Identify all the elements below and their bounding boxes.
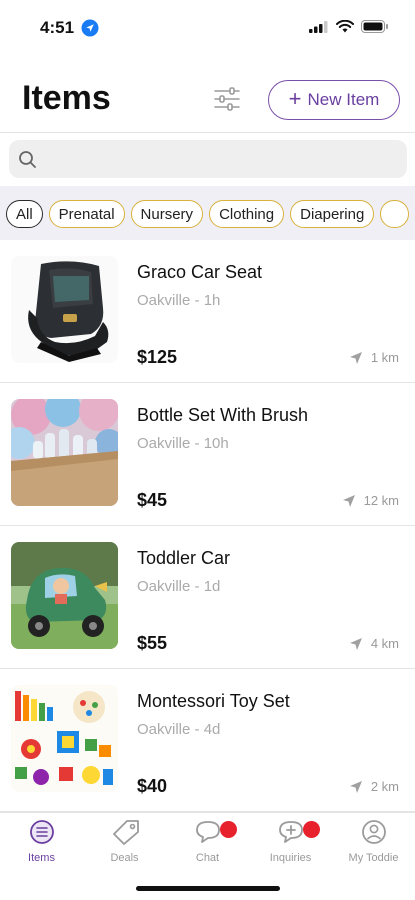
chip-label: All [16, 205, 33, 223]
list-item[interactable]: Graco Car Seat Oakville - 1h $125 1 km [0, 240, 415, 383]
item-title: Graco Car Seat [137, 262, 263, 282]
navigation-arrow-icon [349, 637, 362, 650]
status-bar: 4:51 [0, 0, 415, 56]
bottle-set-photo [11, 399, 118, 506]
navigation-arrow-icon [349, 351, 362, 364]
item-price: $40 [137, 776, 168, 796]
tab-label: Inquiries [269, 852, 312, 864]
item-title: Bottle Set With Brush [137, 405, 309, 425]
inquiry-bubble-icon [278, 821, 303, 843]
plus-icon: + [288, 86, 302, 111]
sliders-icon [214, 87, 240, 111]
item-distance: 1 km [349, 350, 399, 365]
item-location: Oakville [137, 292, 191, 309]
filter-button[interactable] [213, 86, 241, 112]
chat-notification-badge [220, 821, 237, 838]
item-distance: 12 km [342, 493, 399, 508]
item-age: 1d [203, 578, 221, 595]
car-seat-photo [11, 256, 118, 363]
category-chip-clothing[interactable]: Clothing [209, 200, 285, 228]
chat-bubble-icon [195, 821, 220, 843]
header: Items + New Item [0, 66, 415, 134]
item-price: $45 [137, 490, 168, 510]
item-distance: 2 km [349, 779, 399, 794]
wifi-icon [336, 20, 354, 33]
item-distance: 4 km [349, 636, 399, 651]
chip-label: Diapering [300, 205, 365, 223]
item-location-age: Oakville - 1h [137, 292, 221, 309]
battery-icon [361, 20, 388, 33]
chip-label: Clothing [219, 205, 275, 223]
tab-my-toddie[interactable]: My Toddie [332, 819, 415, 864]
list-item[interactable]: Bottle Set With Brush Oakville - 10h $45… [0, 383, 415, 526]
tag-icon [112, 820, 139, 845]
profile-icon [361, 820, 386, 844]
item-age: 10h [203, 435, 229, 452]
location-arrow-icon [81, 19, 99, 37]
category-chip-nursery[interactable]: Nursery [130, 200, 204, 228]
item-list: Graco Car Seat Oakville - 1h $125 1 km B… [0, 240, 415, 812]
category-chip-diapering[interactable]: Diapering [290, 200, 375, 228]
item-age: 1h [203, 292, 221, 309]
items-list-icon [29, 820, 54, 844]
tab-label: My Toddie [348, 852, 399, 864]
list-item[interactable]: Toddler Car Oakville - 1d $55 4 km [0, 526, 415, 669]
tab-label: Chat [195, 852, 220, 864]
toddler-car-photo [11, 542, 118, 649]
home-indicator[interactable] [136, 886, 280, 891]
category-chip-all[interactable]: All [6, 200, 43, 228]
item-age: 4d [203, 721, 221, 738]
tab-inquiries[interactable]: Inquiries [249, 819, 332, 864]
item-location-age: Oakville - 1d [137, 578, 221, 595]
toy-set-photo [11, 685, 118, 792]
item-location-age: Oakville - 4d [137, 721, 221, 738]
distance-label: 2 km [370, 779, 399, 794]
new-item-button[interactable]: + New Item [268, 80, 400, 120]
tab-label: Items [28, 852, 55, 864]
navigation-arrow-icon [349, 780, 362, 793]
item-location: Oakville [137, 435, 191, 452]
tab-items[interactable]: Items [0, 819, 83, 864]
distance-label: 4 km [370, 636, 399, 651]
tab-deals[interactable]: Deals [83, 819, 166, 864]
navigation-arrow-icon [342, 494, 355, 507]
tab-label: Deals [110, 852, 139, 864]
chip-label: Nursery [140, 205, 194, 223]
tab-chat[interactable]: Chat [166, 819, 249, 864]
item-title: Toddler Car [137, 548, 231, 568]
status-icons [309, 20, 389, 33]
search-icon [19, 151, 36, 168]
page-title: Items [22, 79, 111, 117]
item-location-age: Oakville - 10h [137, 435, 229, 452]
item-title: Montessori Toy Set [137, 691, 290, 711]
distance-label: 12 km [363, 493, 399, 508]
item-price: $55 [137, 633, 168, 653]
category-filter-bar: All Prenatal Nursery Clothing Diapering [0, 186, 415, 240]
item-location: Oakville [137, 721, 191, 738]
new-item-label: New Item [307, 90, 380, 109]
header-divider [0, 132, 415, 133]
category-chip-more[interactable] [380, 200, 409, 228]
inquiries-notification-badge [303, 821, 320, 838]
category-chip-prenatal[interactable]: Prenatal [48, 200, 125, 228]
list-item[interactable]: Montessori Toy Set Oakville - 4d $40 2 k… [0, 669, 415, 812]
distance-label: 1 km [370, 350, 399, 365]
status-time: 4:51 [40, 18, 75, 37]
search-input[interactable] [43, 140, 393, 178]
search-bar[interactable] [9, 140, 407, 178]
cellular-signal-icon [309, 20, 328, 33]
chip-label: Prenatal [58, 205, 115, 223]
item-price: $125 [137, 347, 178, 367]
item-location: Oakville [137, 578, 191, 595]
